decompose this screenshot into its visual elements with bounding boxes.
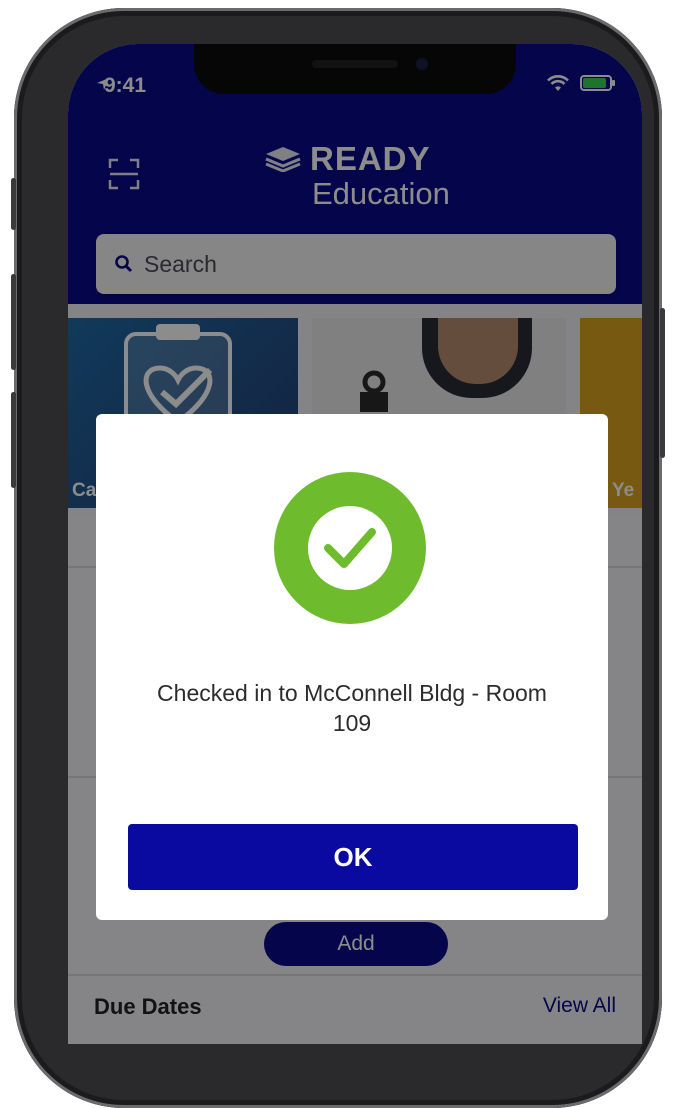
- ok-button[interactable]: OK: [128, 824, 578, 890]
- check-circle: [308, 506, 392, 590]
- dialog-message: Checked in to McConnell Bldg - Room 109: [157, 680, 547, 736]
- checkmark-icon: [324, 528, 376, 568]
- phone-screen: 9:41 READY Education Search Ca Ye Add Du…: [68, 44, 642, 1044]
- check-in-dialog: Checked in to McConnell Bldg - Room 109 …: [96, 414, 608, 920]
- volume-up-button: [11, 274, 16, 370]
- success-badge: [274, 472, 426, 624]
- mute-switch: [11, 178, 16, 230]
- power-button: [660, 308, 665, 458]
- volume-down-button: [11, 392, 16, 488]
- phone-frame: 9:41 READY Education Search Ca Ye Add Du…: [11, 8, 665, 1108]
